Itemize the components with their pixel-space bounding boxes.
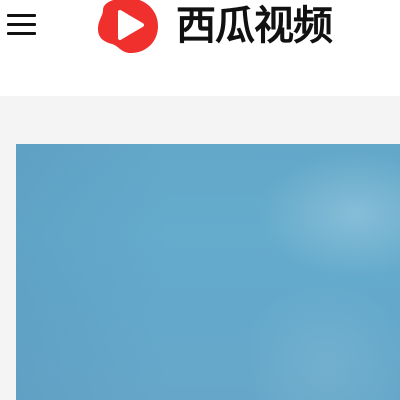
menu-line [7, 23, 36, 26]
video-thumbnail[interactable] [16, 144, 400, 400]
brand-logo[interactable]: 西瓜视频 [95, 0, 333, 58]
hamburger-menu-icon[interactable] [4, 10, 38, 40]
menu-line [7, 14, 36, 17]
video-card[interactable] [16, 144, 400, 400]
app-root: 西瓜视频 [0, 0, 400, 400]
menu-line [7, 32, 36, 35]
brand-name: 西瓜视频 [176, 3, 333, 49]
top-header: 西瓜视频 [0, 0, 400, 96]
xigua-play-icon [98, 0, 158, 53]
